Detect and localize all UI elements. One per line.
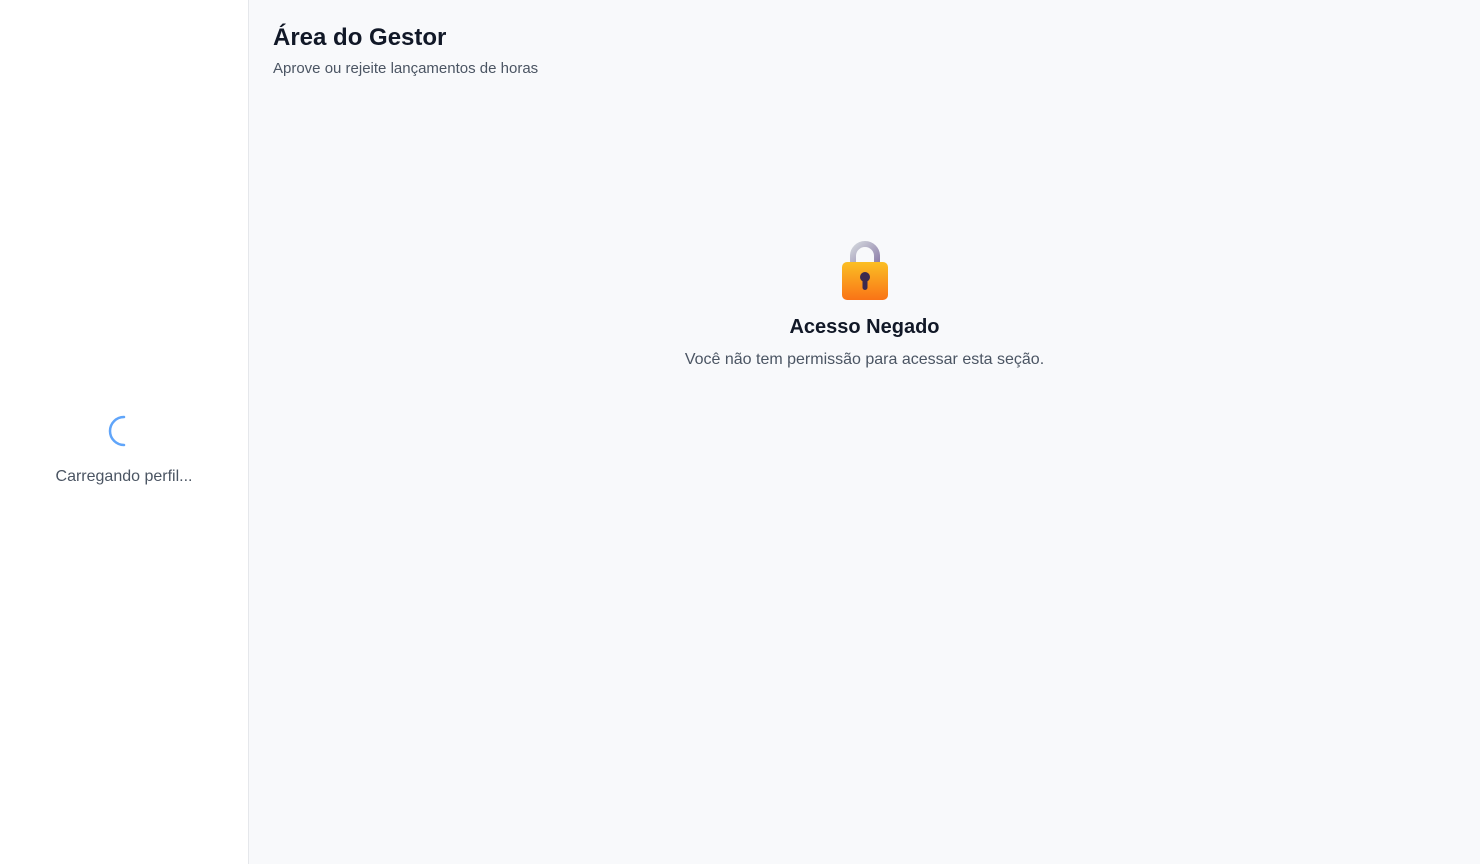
access-denied-message: Você não tem permissão para acessar esta… (684, 351, 1045, 368)
lock-icon (841, 241, 888, 300)
access-denied-panel: Acesso Negado Você não tem permissão par… (249, 238, 1480, 369)
page-subtitle: Aprove ou rejeite lançamentos de horas (273, 60, 539, 77)
loading-text: Carregando perfil... (55, 468, 193, 485)
access-denied-title: Acesso Negado (789, 316, 940, 338)
sidebar: Carregando perfil... (0, 0, 249, 864)
app-shell: Carregando perfil... Área do Gestor Apro… (0, 0, 1480, 864)
main-content: Área do Gestor Aprove ou rejeite lançame… (249, 0, 1480, 864)
spinner-icon (108, 415, 126, 447)
page-title: Área do Gestor (273, 24, 447, 51)
page-header: Área do Gestor Aprove ou rejeite lançame… (273, 22, 538, 77)
sidebar-loading-state: Carregando perfil... (0, 414, 248, 486)
